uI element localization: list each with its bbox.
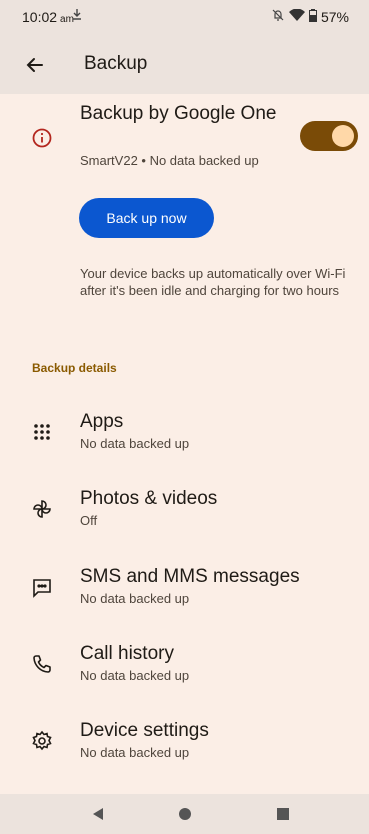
item-subtitle: Off	[80, 513, 98, 528]
switch-knob	[332, 125, 354, 147]
status-icons: 57%	[271, 8, 349, 25]
battery-icon	[308, 8, 317, 25]
mute-icon	[271, 8, 285, 25]
item-title: Apps	[80, 411, 124, 432]
status-time: 10:02 am	[22, 9, 74, 25]
item-title: Call history	[80, 643, 174, 664]
system-nav-bar	[0, 794, 369, 834]
app-bar: Backup	[0, 36, 369, 94]
info-icon	[31, 127, 53, 149]
nav-back-icon[interactable]	[90, 806, 106, 822]
item-subtitle: No data backed up	[80, 745, 190, 760]
message-icon	[31, 576, 53, 598]
item-title: Device settings	[80, 720, 209, 741]
status-bar: 10:02 am 57%	[0, 0, 369, 36]
item-title: Photos & videos	[80, 488, 218, 509]
backup-toggle-row[interactable]: Backup by Google One SmartV22 • No data …	[0, 100, 369, 172]
back-arrow-icon[interactable]	[22, 52, 48, 78]
phone-icon	[31, 653, 53, 675]
nav-recents-icon[interactable]	[275, 806, 291, 822]
list-item-apps[interactable]: Apps No data backed up	[0, 405, 369, 461]
list-item-device-settings[interactable]: Device settings No data backed up	[0, 714, 369, 770]
list-item-photos-videos[interactable]: Photos & videos Off	[0, 482, 369, 538]
backup-switch[interactable]	[300, 121, 358, 151]
backup-description: Your device backs up automatically over …	[80, 266, 346, 298]
gear-icon	[31, 730, 53, 752]
item-subtitle: No data backed up	[80, 436, 190, 451]
item-subtitle: No data backed up	[80, 591, 190, 606]
notification-icon	[71, 8, 83, 25]
page-title: Backup	[84, 53, 148, 74]
item-subtitle: No data backed up	[80, 668, 190, 683]
backup-toggle-title: Backup by Google One	[80, 103, 277, 124]
backup-toggle-subtitle: SmartV22 • No data backed up	[80, 153, 259, 168]
list-item-call-history[interactable]: Call history No data backed up	[0, 637, 369, 693]
wifi-icon	[288, 8, 305, 25]
back-up-now-button[interactable]: Back up now	[79, 198, 214, 238]
list-item-sms-mms[interactable]: SMS and MMS messages No data backed up	[0, 560, 369, 616]
pinwheel-icon	[31, 498, 53, 520]
item-title: SMS and MMS messages	[80, 566, 300, 587]
apps-grid-icon	[31, 421, 53, 443]
battery-percent: 57%	[320, 8, 349, 25]
nav-home-icon[interactable]	[177, 806, 193, 822]
backup-details-header: Backup details	[32, 361, 117, 375]
